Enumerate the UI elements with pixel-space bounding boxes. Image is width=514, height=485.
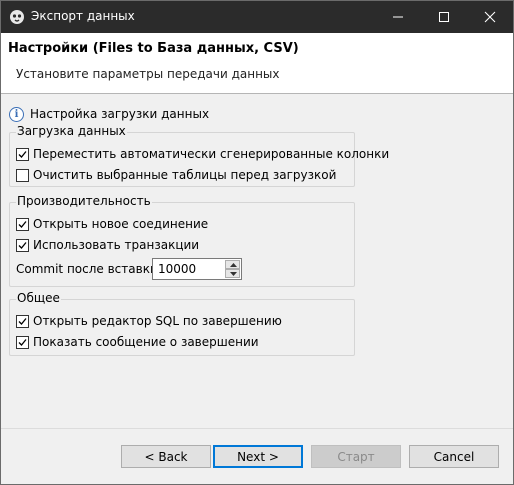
title-bar[interactable]: Экспорт данных [1, 1, 513, 33]
export-dialog: Экспорт данных Настройки (Files to База … [0, 0, 514, 485]
checkbox-label: Открыть новое соединение [33, 217, 209, 231]
group-title-data-load: Загрузка данных [16, 124, 127, 138]
checkmark-icon [18, 151, 27, 158]
checkbox-box[interactable] [16, 148, 29, 161]
checkbox-label: Очистить выбранные таблицы перед загрузк… [33, 168, 337, 182]
arrow-down-icon [230, 272, 237, 276]
page-header: Настройки (Files to База данных, CSV) Ус… [1, 33, 513, 94]
dbeaver-beaver-icon [9, 9, 25, 25]
checkbox-box[interactable] [16, 315, 29, 328]
info-label: Настройка загрузки данных [30, 107, 210, 121]
group-title-performance: Производительность [16, 194, 152, 208]
minimize-icon [393, 16, 403, 18]
checkbox-box[interactable] [16, 239, 29, 252]
checkbox-label: Показать сообщение о завершении [33, 335, 259, 349]
group-data-load: Загрузка данных Переместить автоматическ… [9, 124, 389, 187]
checkbox-label: Использовать транзакции [33, 238, 200, 252]
maximize-button[interactable] [421, 1, 467, 33]
commit-after-insert-label: Commit после вставки: [16, 262, 162, 276]
arrow-up-icon [230, 263, 237, 267]
commit-after-insert-input[interactable] [153, 259, 223, 279]
back-button[interactable]: < Back [121, 445, 211, 468]
window-title: Экспорт данных [31, 9, 135, 23]
checkbox-box[interactable] [16, 169, 29, 182]
checkmark-icon [18, 242, 27, 249]
minimize-button[interactable] [375, 1, 421, 33]
info-icon: i [9, 107, 24, 122]
next-button[interactable]: Next > [213, 445, 303, 468]
checkbox-label: Открыть редактор SQL по завершению [33, 314, 282, 328]
group-title-general: Общее [16, 291, 61, 305]
spinner-up-button[interactable] [225, 260, 240, 269]
group-performance: Производительность Открыть новое соедине… [9, 194, 355, 287]
checkmark-icon [18, 221, 27, 228]
footer-divider [1, 428, 513, 429]
close-icon [484, 11, 496, 23]
group-general: Общее Открыть редактор SQL по завершению… [9, 291, 355, 356]
start-button[interactable]: Старт [311, 445, 401, 468]
page-description: Установите параметры передачи данных [16, 67, 280, 81]
commit-after-insert-spinner[interactable] [152, 258, 242, 280]
page-title: Настройки (Files to База данных, CSV) [8, 41, 299, 56]
checkmark-icon [18, 339, 27, 346]
maximize-icon [439, 12, 449, 22]
checkmark-icon [18, 318, 27, 325]
checkbox-label: Переместить автоматически сгенерированны… [33, 147, 390, 161]
checkbox-box[interactable] [16, 218, 29, 231]
spinner-down-button[interactable] [225, 269, 240, 278]
cancel-button[interactable]: Cancel [409, 445, 499, 468]
checkbox-box[interactable] [16, 336, 29, 349]
close-button[interactable] [467, 1, 513, 33]
